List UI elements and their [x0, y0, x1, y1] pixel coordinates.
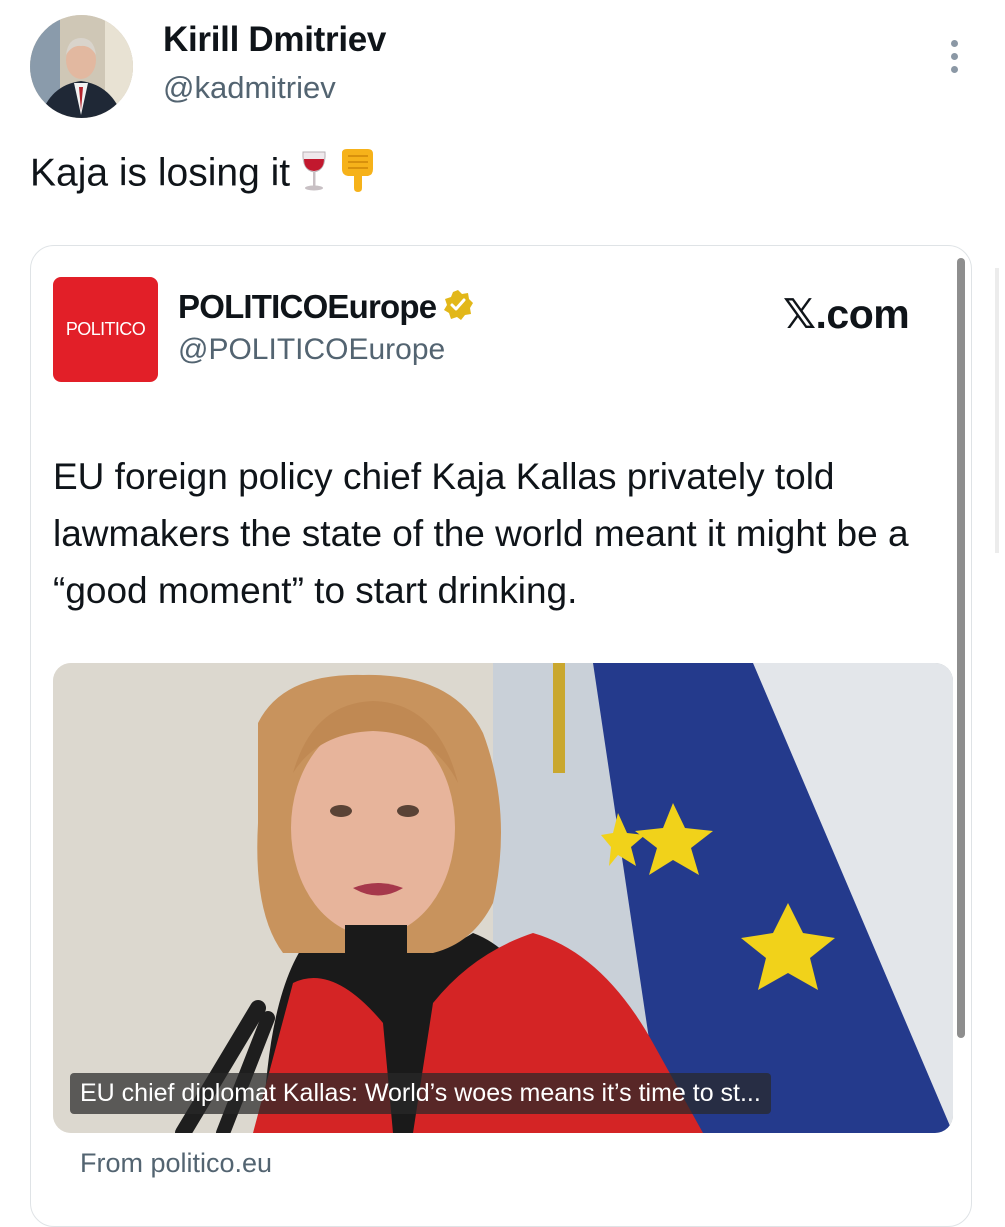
article-image[interactable]	[53, 663, 953, 1133]
quoted-author-handle[interactable]: @POLITICOEurope	[178, 333, 445, 367]
author-handle[interactable]: @kadmitriev	[163, 70, 336, 106]
quoted-tweet-text: EU foreign policy chief Kaja Kallas priv…	[53, 456, 909, 611]
tweet-text: Kaja is losing it	[30, 147, 378, 203]
avatar[interactable]	[30, 15, 133, 118]
tweet-body: Kaja is losing it	[30, 151, 291, 195]
profile-photo-icon	[30, 15, 133, 118]
author-display-name[interactable]: Kirill Dmitriev	[163, 20, 386, 60]
image-caption: EU chief diplomat Kallas: World’s woes m…	[70, 1073, 771, 1114]
wine-glass-icon	[298, 148, 330, 202]
scroll-edge	[995, 268, 999, 553]
link-source[interactable]: From politico.eu	[80, 1148, 272, 1179]
scrollbar[interactable]	[957, 258, 965, 1038]
x-com-label[interactable]: 𝕏.com	[783, 290, 910, 338]
quoted-author-name-text: POLITICOEurope	[178, 288, 437, 325]
kallas-photo	[53, 663, 953, 1133]
politico-logo[interactable]: POLITICO	[53, 277, 158, 382]
quoted-author-name[interactable]: POLITICOEurope	[178, 288, 474, 329]
pointing-down-icon	[338, 147, 378, 203]
verified-badge-icon	[442, 289, 474, 329]
more-options-icon[interactable]	[940, 38, 970, 78]
